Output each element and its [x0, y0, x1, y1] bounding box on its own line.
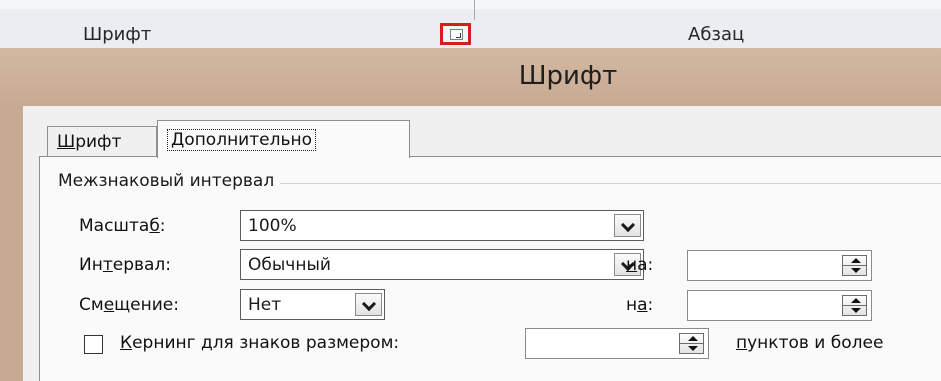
- label-part: ернинг для знаков размером:: [132, 333, 400, 353]
- ribbon-group-bar: Шрифт Абзац: [0, 0, 941, 49]
- position-value: Нет: [248, 295, 282, 315]
- spin-divider: [843, 265, 866, 266]
- label-part: унктов и более: [747, 333, 884, 353]
- character-spacing-heading: Межзнаковый интервал: [58, 171, 281, 191]
- label-part: :: [159, 216, 166, 236]
- dialog-launcher-icon: [450, 29, 463, 40]
- dialog-title: Шрифт: [518, 61, 618, 91]
- chevron-down-icon: [620, 217, 636, 233]
- position-by-label: на:: [626, 295, 653, 315]
- ribbon-top-strip: [0, 0, 941, 9]
- ribbon-group-separator: [474, 0, 475, 20]
- label-accesskey: К: [120, 333, 133, 353]
- tab-label-part: полнительно: [194, 130, 312, 150]
- label-accesskey: т: [102, 255, 113, 275]
- scale-dropdown-button[interactable]: [614, 214, 641, 237]
- spacing-by-spinbox[interactable]: [687, 250, 872, 281]
- spin-down-icon: [851, 268, 861, 273]
- spin-divider: [680, 343, 703, 344]
- spin-up-icon: [688, 336, 698, 341]
- label-part: Ин: [79, 255, 103, 275]
- kerning-suffix-label: пунктов и более: [736, 333, 883, 353]
- paragraph-group-label: Абзац: [688, 24, 745, 45]
- label-accesskey: е: [103, 295, 115, 315]
- label-accesskey: п: [736, 333, 748, 353]
- font-dialog-launcher-button[interactable]: [440, 23, 471, 45]
- kerning-size-spin-buttons[interactable]: [679, 333, 704, 354]
- label-accesskey: б: [149, 216, 160, 236]
- spacing-by-label: на:: [626, 255, 653, 275]
- tab-advanced[interactable]: Дополнительно: [157, 120, 410, 158]
- font-group-label: Шрифт: [83, 24, 152, 45]
- spin-down-icon: [851, 308, 861, 313]
- spin-up-icon: [851, 258, 861, 263]
- spin-up-icon: [851, 298, 861, 303]
- position-dropdown-button[interactable]: [355, 293, 382, 316]
- label-part: Масшта: [79, 216, 150, 236]
- advanced-tab-panel: Межзнаковый интервал Масштаб: 100% Интер…: [39, 156, 941, 381]
- tab-label-part: рифт: [75, 132, 122, 152]
- tab-font[interactable]: Шрифт: [47, 126, 157, 156]
- label-part: См: [79, 295, 104, 315]
- spacing-by-spin-buttons[interactable]: [842, 255, 867, 276]
- position-by-spinbox[interactable]: [687, 290, 872, 321]
- label-part: а:: [637, 255, 654, 275]
- tab-label-part: До: [171, 130, 195, 150]
- spin-divider: [843, 305, 866, 306]
- dialog-title-bar[interactable]: Шрифт: [0, 48, 941, 106]
- dialog-client-area: Шрифт Дополнительно Межзнаковый интервал…: [23, 106, 941, 381]
- kerning-checkbox[interactable]: [84, 335, 103, 354]
- scale-value: 100%: [248, 216, 297, 236]
- spacing-value: Обычный: [248, 255, 331, 275]
- tab-label-accesskey: Ш: [57, 132, 76, 152]
- label-part: ервал:: [112, 255, 172, 275]
- scale-combobox[interactable]: 100%: [240, 210, 644, 241]
- label-part: щение:: [114, 295, 179, 315]
- spin-down-icon: [688, 346, 698, 351]
- label-part: н: [626, 295, 638, 315]
- scale-label: Масштаб:: [79, 216, 166, 236]
- position-by-spin-buttons[interactable]: [842, 295, 867, 316]
- spacing-combobox[interactable]: Обычный: [240, 249, 644, 280]
- chevron-down-icon: [361, 296, 377, 312]
- position-label: Смещение:: [79, 295, 179, 315]
- label-accesskey: а: [637, 295, 648, 315]
- kerning-size-spinbox[interactable]: [525, 328, 709, 359]
- label-accesskey: н: [626, 255, 638, 275]
- label-part: :: [647, 295, 654, 315]
- tab-focus-rect: Дополнительно: [167, 129, 316, 151]
- font-dialog: Шрифт Дополнительно Межзнаковый интервал…: [0, 106, 941, 381]
- position-combobox[interactable]: Нет: [240, 289, 385, 320]
- kerning-label[interactable]: Кернинг для знаков размером:: [120, 333, 399, 353]
- spacing-label: Интервал:: [79, 255, 171, 275]
